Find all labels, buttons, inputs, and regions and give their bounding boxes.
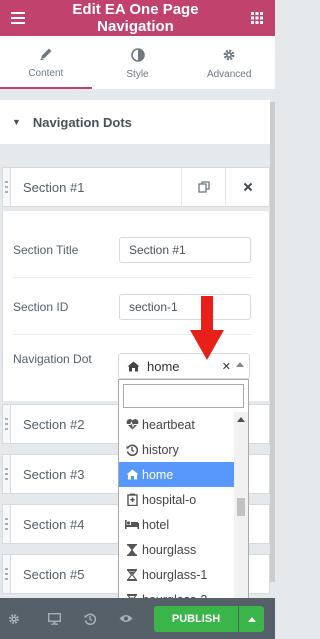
tab-content[interactable]: Content (0, 36, 92, 89)
caret-up-icon[interactable] (236, 362, 244, 367)
dropdown-option-label: home (142, 467, 174, 482)
drag-handle-icon[interactable] (3, 555, 11, 593)
hourglass-icon (125, 543, 139, 556)
settings-gear-icon[interactable] (0, 598, 28, 639)
duplicate-icon[interactable] (181, 168, 225, 206)
dropdown-option-label: history (142, 442, 179, 457)
section-navigation-dots[interactable]: ▼ Navigation Dots (0, 100, 270, 144)
bed-icon (125, 520, 139, 529)
section-id-label: Section ID (13, 300, 69, 314)
publish-options-button[interactable] (239, 606, 264, 632)
dropdown-scrollbar-thumb[interactable] (237, 498, 245, 516)
dropdown-option-label: hourglass (142, 542, 197, 557)
dropdown-search-input[interactable] (123, 384, 244, 408)
hamburger-icon[interactable] (0, 0, 36, 36)
dropdown-option[interactable]: hourglass-1 (119, 562, 234, 587)
navigation-dot-value: home (147, 358, 180, 374)
heartbeat-icon (125, 419, 139, 430)
section-title-input[interactable]: Section #1 (119, 237, 251, 263)
close-icon[interactable] (225, 168, 269, 206)
home-icon (125, 469, 139, 480)
tab-style[interactable]: Style (92, 36, 184, 89)
panel-scrollbar-thumb[interactable] (270, 102, 275, 582)
section-title-row: Section Title Section #1 (13, 237, 253, 263)
dropdown-scrollbar[interactable] (234, 412, 248, 610)
dropdown-option[interactable]: history (119, 437, 234, 462)
tab-advanced-label: Advanced (206, 69, 252, 80)
contrast-icon (130, 45, 145, 65)
navigation-dot-select[interactable]: home ✕ (118, 353, 250, 379)
pencil-icon (39, 44, 53, 64)
tab-advanced[interactable]: Advanced (183, 36, 275, 89)
caret-down-icon: ▼ (12, 117, 21, 127)
callout-arrow-icon (190, 296, 224, 360)
dropdown-option-selected[interactable]: home (119, 462, 234, 487)
repeater-item-1[interactable]: Section #1 (2, 167, 270, 207)
dropdown-option-label: heartbeat (142, 417, 195, 432)
dropdown-option-label: hospital-o (142, 492, 197, 507)
navigator-icon[interactable] (40, 598, 68, 639)
navigation-dot-label: Navigation Dot (13, 352, 92, 366)
panel-tabs: Content Style Advanced (0, 36, 275, 90)
panel-scrollbar[interactable] (270, 90, 275, 598)
editor-header: Edit EA One Page Navigation (0, 0, 275, 36)
scroll-up-icon[interactable] (237, 417, 245, 422)
hourglass-icon (125, 568, 139, 581)
dropdown-option[interactable]: hourglass (119, 537, 234, 562)
preview-eye-icon[interactable] (112, 598, 140, 639)
tab-style-label: Style (126, 69, 149, 80)
dropdown-options: heartbeat history home hospital-o hotel (119, 412, 234, 612)
panel-title: Edit EA One Page Navigation (72, 1, 199, 35)
history-icon (125, 444, 139, 456)
home-icon (127, 361, 141, 372)
section-title: Navigation Dots (32, 114, 132, 130)
gear-icon (222, 45, 236, 65)
drag-handle-icon[interactable] (3, 168, 11, 206)
drag-handle-icon[interactable] (3, 405, 11, 443)
section-title-label: Section Title (13, 243, 79, 257)
dropdown-option[interactable]: hotel (119, 512, 234, 537)
repeater-item-title: Section #1 (23, 179, 85, 195)
hospital-icon (125, 493, 139, 506)
dropdown-option-label: hotel (142, 517, 170, 532)
dropdown-option[interactable]: heartbeat (119, 412, 234, 437)
dropdown-option-label: hourglass-1 (142, 567, 208, 582)
grid-icon[interactable] (239, 0, 275, 36)
publish-button[interactable]: PUBLISH (154, 606, 238, 632)
tab-content-label: Content (28, 68, 64, 79)
section-id-input[interactable]: section-1 (119, 294, 251, 320)
caret-up-icon (247, 616, 256, 622)
icon-dropdown: heartbeat history home hospital-o hotel (118, 379, 249, 611)
dropdown-option[interactable]: hospital-o (119, 487, 234, 512)
drag-handle-icon[interactable] (3, 455, 11, 493)
divider (13, 277, 253, 278)
history-icon[interactable] (76, 598, 104, 639)
drag-handle-icon[interactable] (3, 505, 11, 543)
